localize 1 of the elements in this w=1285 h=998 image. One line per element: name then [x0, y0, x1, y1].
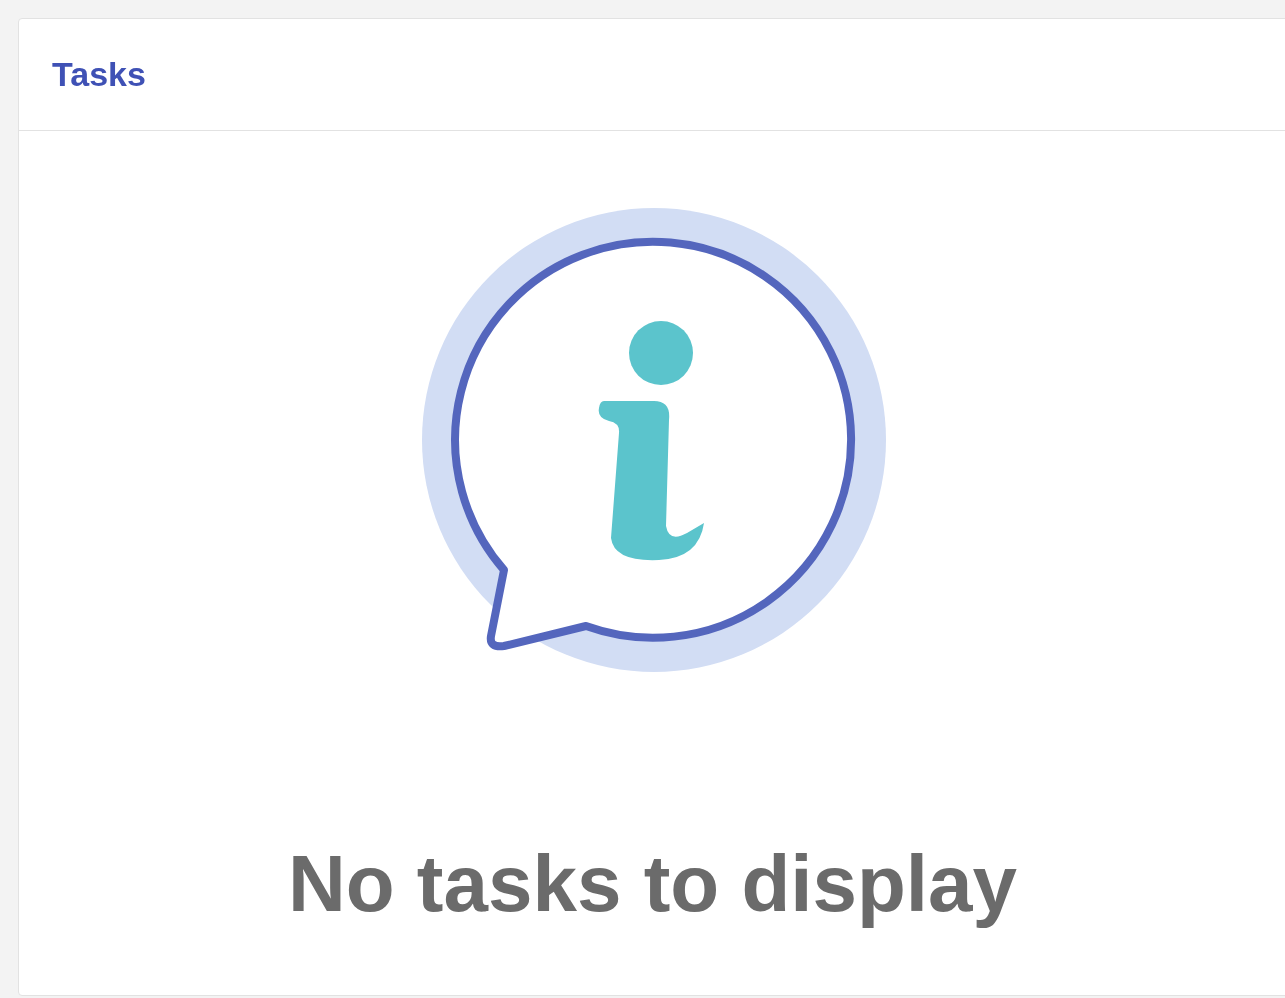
- card-title: Tasks: [52, 54, 146, 95]
